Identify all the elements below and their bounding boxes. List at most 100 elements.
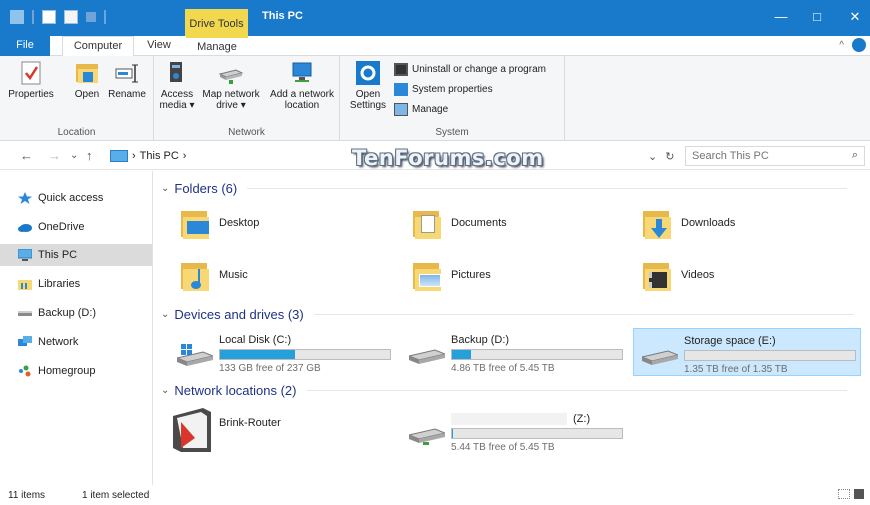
quick-access-toolbar xyxy=(10,10,106,24)
network-icon xyxy=(18,336,32,346)
drive-tools-context-tab: Drive Tools xyxy=(185,9,248,36)
drive-c[interactable]: Local Disk (C:) 133 GB free of 237 GB xyxy=(169,328,397,376)
homegroup-icon xyxy=(19,365,31,377)
nav-item-quick-access[interactable]: Quick access xyxy=(0,187,152,209)
drive-usage-bar xyxy=(684,350,856,361)
settings-gear-icon xyxy=(355,60,381,86)
selection-count: 1 item selected xyxy=(82,490,150,501)
open-settings-button[interactable]: Open Settings xyxy=(348,60,388,111)
tab-manage[interactable]: Manage xyxy=(186,36,248,56)
properties-qat-icon[interactable] xyxy=(42,10,56,24)
network-location-brink-router[interactable]: Brink-Router xyxy=(173,408,281,452)
rename-icon xyxy=(114,60,140,86)
ribbon: Properties Open Rename Location Access m… xyxy=(0,56,870,141)
system-properties-button[interactable]: System properties xyxy=(394,83,493,96)
drive-name: (Z:) xyxy=(573,413,591,425)
network-group: Access media ▾ Map network drive ▾ Add a… xyxy=(154,56,340,141)
search-icon[interactable]: ⌕ xyxy=(852,149,858,162)
properties-button[interactable]: Properties xyxy=(6,60,56,100)
separator xyxy=(104,10,106,24)
recent-locations-button[interactable]: ⌄ xyxy=(70,150,78,161)
router-icon xyxy=(173,408,211,452)
drive-e[interactable]: Storage space (E:) 1.35 TB free of 1.35 … xyxy=(633,328,861,376)
add-network-location-button[interactable]: Add a network location xyxy=(266,60,338,111)
drive-free-space: 5.44 TB free of 5.45 TB xyxy=(451,442,555,453)
ribbon-tabs: File Computer View Manage ^ xyxy=(0,36,870,57)
drive-usage-bar xyxy=(219,349,391,360)
search-input[interactable] xyxy=(686,147,836,165)
drive-free-space: 4.86 TB free of 5.45 TB xyxy=(451,363,555,374)
maximize-button[interactable]: □ xyxy=(802,9,832,24)
folder-downloads[interactable]: Downloads xyxy=(641,207,735,239)
breadcrumb-separator[interactable]: › xyxy=(183,150,187,162)
chevron-down-icon: ⌄ xyxy=(161,183,170,194)
address-dropdown-button[interactable]: ⌄ xyxy=(648,150,657,163)
nav-item-libraries[interactable]: Libraries xyxy=(0,273,152,295)
cloud-icon xyxy=(18,224,32,232)
nav-item-backup-drive[interactable]: Backup (D:) xyxy=(0,302,152,324)
system-group: Open Settings Uninstall or change a prog… xyxy=(340,56,565,141)
nav-item-homegroup[interactable]: Homegroup xyxy=(0,360,152,382)
minimize-button[interactable]: — xyxy=(766,9,796,24)
tab-view[interactable]: View xyxy=(140,36,178,56)
downloads-folder-icon xyxy=(641,207,673,239)
media-server-icon xyxy=(164,60,190,86)
access-media-button[interactable]: Access media ▾ xyxy=(158,60,196,111)
rename-button[interactable]: Rename xyxy=(104,60,150,100)
search-box[interactable]: ⌕ xyxy=(685,146,865,166)
up-button[interactable]: ↑ xyxy=(86,148,93,163)
location-group: Properties Open Rename Location xyxy=(0,56,154,141)
folders-section-header[interactable]: ⌄ Folders (6) xyxy=(161,181,848,196)
uninstall-program-button[interactable]: Uninstall or change a program xyxy=(394,63,546,76)
devices-section-header[interactable]: ⌄ Devices and drives (3) xyxy=(161,307,854,322)
customize-qat-icon[interactable] xyxy=(86,12,96,22)
videos-folder-icon xyxy=(641,259,673,291)
tab-file[interactable]: File xyxy=(0,36,50,56)
nav-item-network[interactable]: Network xyxy=(0,331,152,353)
map-network-drive-button[interactable]: Map network drive ▾ xyxy=(198,60,264,111)
network-drive-z[interactable]: (Z:) 5.44 TB free of 5.45 TB xyxy=(401,407,629,455)
separator xyxy=(32,10,34,24)
folder-music[interactable]: Music xyxy=(179,259,248,291)
close-button[interactable]: ✕ xyxy=(840,9,870,25)
tab-computer[interactable]: Computer xyxy=(62,36,134,57)
drive-usage-bar xyxy=(451,428,623,439)
breadcrumb-this-pc[interactable]: This PC xyxy=(140,150,179,162)
large-icons-view-icon[interactable] xyxy=(854,489,864,499)
libraries-icon xyxy=(18,280,32,290)
help-icon[interactable] xyxy=(852,38,866,52)
watermark: TenForums.com xyxy=(352,146,544,170)
new-folder-qat-icon[interactable] xyxy=(64,10,78,24)
folder-pictures[interactable]: Pictures xyxy=(411,259,491,291)
status-bar: 11 items 1 item selected xyxy=(0,485,870,505)
this-pc-icon xyxy=(110,150,128,162)
drive-d[interactable]: Backup (D:) 4.86 TB free of 5.45 TB xyxy=(401,328,629,376)
desktop-folder-icon xyxy=(179,207,211,239)
manage-button[interactable]: Manage xyxy=(394,103,448,116)
network-locations-section-header[interactable]: ⌄ Network locations (2) xyxy=(161,383,847,398)
nav-item-onedrive[interactable]: OneDrive xyxy=(0,216,152,238)
forward-button[interactable]: → xyxy=(48,148,61,163)
item-count: 11 items xyxy=(8,490,46,501)
obscured-share-name xyxy=(451,413,567,425)
hard-drive-icon xyxy=(642,350,678,365)
section-divider xyxy=(247,188,848,189)
back-button[interactable]: ← xyxy=(20,148,33,163)
folder-videos[interactable]: Videos xyxy=(641,259,714,291)
details-view-icon[interactable] xyxy=(838,489,850,499)
drive-usage-bar xyxy=(451,349,623,360)
windows-drive-icon xyxy=(177,344,213,366)
breadcrumb-separator[interactable]: › xyxy=(132,150,136,162)
window-title: This PC xyxy=(262,10,303,22)
open-button[interactable]: Open xyxy=(70,60,104,100)
folder-documents[interactable]: Documents xyxy=(411,207,507,239)
documents-folder-icon xyxy=(411,207,443,239)
location-group-label: Location xyxy=(57,127,96,138)
nav-item-this-pc[interactable]: This PC xyxy=(0,244,152,266)
collapse-ribbon-icon[interactable]: ^ xyxy=(839,40,844,51)
folder-desktop[interactable]: Desktop xyxy=(179,207,259,239)
drive-icon xyxy=(18,311,32,316)
network-group-label: Network xyxy=(228,127,265,138)
refresh-button[interactable]: ↻ xyxy=(665,150,674,163)
computer-icon xyxy=(18,249,32,261)
